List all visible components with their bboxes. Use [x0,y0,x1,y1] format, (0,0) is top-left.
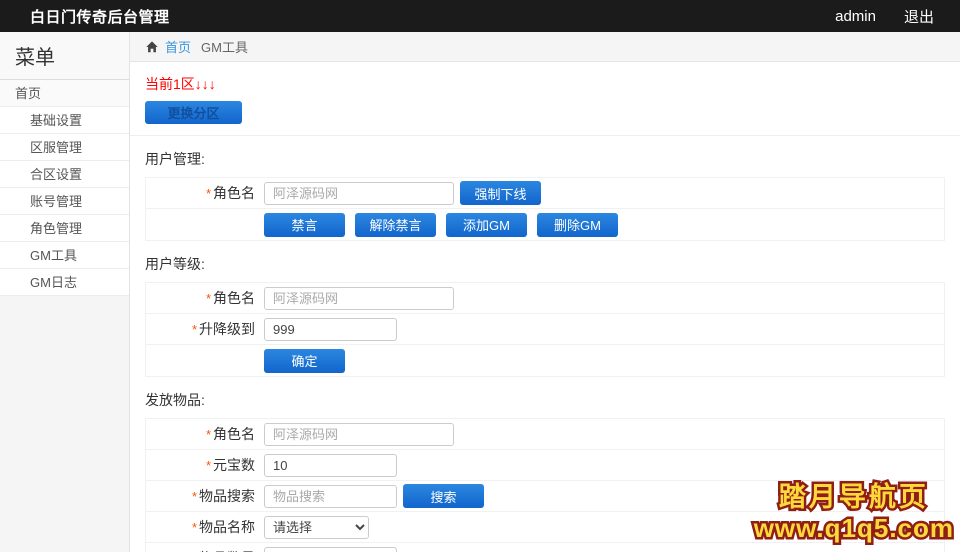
section-title-user-management: 用户管理: [145,149,945,169]
sidebar: 菜单 首页 基础设置 区服管理 合区设置 账号管理 角色管理 GM工具 GM日志 [0,32,130,552]
level-input[interactable] [264,318,397,341]
breadcrumb-current: GM工具 [201,37,248,56]
form-row-confirm: 确定 [146,345,944,376]
search-button[interactable]: 搜索 [403,484,484,508]
form-row-role: *角色名 [146,419,944,450]
user-level-form: *角色名 *升降级到 确定 [145,282,945,377]
delete-gm-button[interactable]: 删除GM [537,213,618,237]
top-bar: 白日门传奇后台管理 admin 退出 [0,0,960,32]
home-icon [145,40,159,54]
sidebar-title: 菜单 [0,32,129,80]
role-name-label: *角色名 [146,288,264,308]
form-row-item-name: *物品名称 请选择 [146,512,944,543]
breadcrumb-home-link[interactable]: 首页 [165,37,191,56]
sidebar-menu: 首页 基础设置 区服管理 合区设置 账号管理 角色管理 GM工具 GM日志 [0,80,129,296]
role-name-input[interactable] [264,287,454,310]
sidebar-item-home[interactable]: 首页 [0,80,129,107]
item-name-select[interactable]: 请选择 [264,516,369,539]
item-search-input[interactable] [264,485,397,508]
yuanbao-input[interactable] [264,454,397,477]
logout-button[interactable]: 退出 [890,6,960,27]
form-row-yuanbao: *元宝数 [146,450,944,481]
sidebar-item-account-management[interactable]: 账号管理 [0,188,129,215]
content-area: 当前1区↓↓↓ 更换分区 用户管理: *角色名 强制下线 禁言 解除 [130,62,960,552]
section-title-user-level: 用户等级: [145,254,945,274]
force-offline-button[interactable]: 强制下线 [460,181,541,205]
unmute-button[interactable]: 解除禁言 [355,213,436,237]
form-row-role: *角色名 [146,283,944,314]
form-row-actions: 禁言 解除禁言 添加GM 删除GM [146,209,944,240]
role-name-label: *角色名 [146,424,264,444]
mute-button[interactable]: 禁言 [264,213,345,237]
yuanbao-label: *元宝数 [146,455,264,475]
user-management-form: *角色名 强制下线 禁言 解除禁言 添加GM 删除GM [145,177,945,241]
sidebar-item-gm-logs[interactable]: GM日志 [0,269,129,296]
sidebar-item-basic-settings[interactable]: 基础设置 [0,107,129,134]
level-label: *升降级到 [146,319,264,339]
switch-zone-button[interactable]: 更换分区 [145,101,242,124]
role-name-label: *角色名 [146,183,264,203]
current-zone-notice: 当前1区↓↓↓ [145,74,945,94]
form-row-role: *角色名 强制下线 [146,178,944,209]
role-name-input[interactable] [264,182,454,205]
form-row-quantity: *物品数量 [146,543,944,552]
sidebar-item-gm-tools[interactable]: GM工具 [0,242,129,269]
confirm-button[interactable]: 确定 [264,349,345,373]
required-mark: * [206,186,211,201]
quantity-input[interactable] [264,547,397,552]
give-items-form: *角色名 *元宝数 *物品搜索 搜索 [145,418,945,552]
role-name-input[interactable] [264,423,454,446]
sidebar-item-role-management[interactable]: 角色管理 [0,215,129,242]
section-title-give-items: 发放物品: [145,390,945,410]
current-user-menu[interactable]: admin [821,8,890,25]
item-search-label: *物品搜索 [146,486,264,506]
item-name-label: *物品名称 [146,517,264,537]
breadcrumb: 首页 GM工具 [130,32,960,62]
sidebar-item-merge-settings[interactable]: 合区设置 [0,161,129,188]
app-title: 白日门传奇后台管理 [0,6,170,27]
form-row-item-search: *物品搜索 搜索 [146,481,944,512]
quantity-label: *物品数量 [146,548,264,552]
form-row-level: *升降级到 [146,314,944,345]
zone-block: 当前1区↓↓↓ 更换分区 [130,74,960,136]
sidebar-item-server-management[interactable]: 区服管理 [0,134,129,161]
add-gm-button[interactable]: 添加GM [446,213,527,237]
